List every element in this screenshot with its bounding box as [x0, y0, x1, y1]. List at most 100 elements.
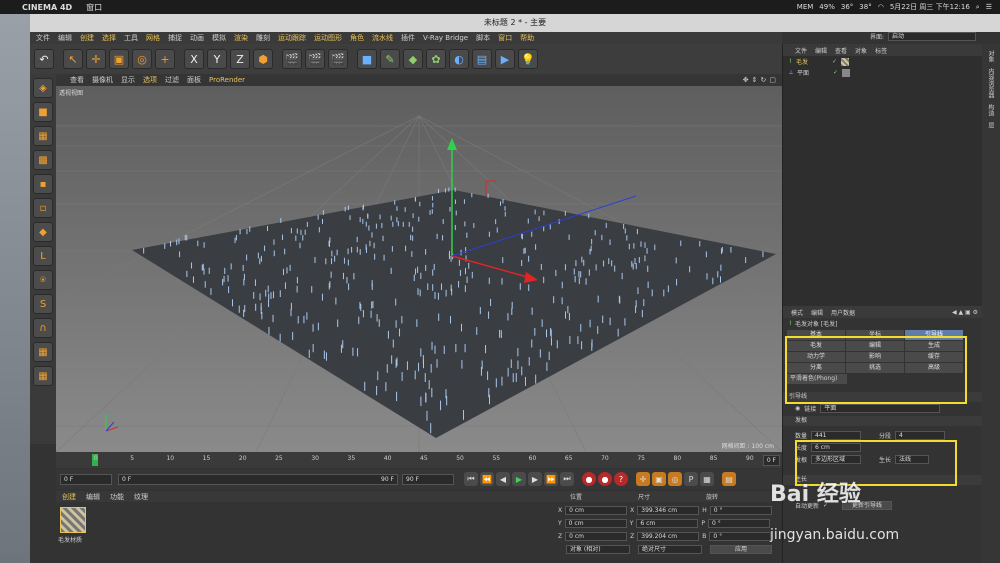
size-z-field[interactable]: 399.204 cm — [637, 532, 700, 541]
pos-x-field[interactable]: 0 cm — [565, 506, 628, 515]
key-param-icon[interactable]: P — [684, 472, 698, 486]
menu-item[interactable]: 脚本 — [476, 33, 490, 43]
menu-item[interactable]: 文件 — [36, 33, 50, 43]
side-tab-layers[interactable]: 层 — [986, 122, 995, 128]
menu-item[interactable]: 窗口 — [498, 33, 512, 43]
mat-menu-item[interactable]: 创建 — [62, 492, 76, 502]
tag-icon[interactable] — [842, 68, 851, 77]
zoom-icon[interactable]: ⇕ — [752, 76, 758, 84]
object-row-hair[interactable]: ⌇ 毛发 ✓ — [783, 56, 982, 67]
coord-mode-select[interactable]: 对象 (相对) — [566, 545, 630, 554]
wifi-icon[interactable]: ◠ — [878, 3, 884, 11]
undo-icon[interactable]: ↶ — [34, 49, 54, 69]
maximize-icon[interactable]: ▢ — [769, 76, 776, 84]
vp-menu-item[interactable]: 摄像机 — [92, 75, 113, 85]
link-field[interactable]: 平面 — [820, 403, 941, 413]
om-menu-item[interactable]: 查看 — [835, 46, 847, 55]
rot-b-field[interactable]: 0 ° — [709, 532, 772, 541]
size-mode-select[interactable]: 绝对尺寸 — [638, 545, 702, 554]
texture-mode-icon[interactable]: ▦ — [33, 126, 53, 146]
model-mode-icon[interactable]: ■ — [33, 102, 53, 122]
visibility-icon[interactable]: ✓ — [833, 69, 838, 76]
attr-menu-item[interactable]: 模式 — [791, 308, 803, 317]
menu-item[interactable]: V-Ray Bridge — [423, 34, 468, 42]
current-frame[interactable]: 0 F — [60, 473, 112, 485]
add-tool-icon[interactable]: + — [155, 49, 175, 69]
render-view-icon[interactable]: 🎬 — [282, 49, 302, 69]
menu-item[interactable]: 流水线 — [372, 33, 393, 43]
attr-nav-icons[interactable]: ◀ ▲ ▣ ⚙ — [952, 309, 982, 316]
next-frame-icon[interactable]: ▶ — [528, 472, 542, 486]
search-icon[interactable]: ⌕ — [976, 3, 980, 12]
tweak-mode-icon[interactable]: ⍟ — [33, 270, 53, 290]
size-x-field[interactable]: 399.346 cm — [637, 506, 700, 515]
menu-item[interactable]: 运动跟踪 — [278, 33, 306, 43]
menu-item[interactable]: 角色 — [350, 33, 364, 43]
subdivision-icon[interactable]: ◆ — [403, 49, 423, 69]
move-tool-icon[interactable]: ✛ — [86, 49, 106, 69]
size-y-field[interactable]: 6 cm — [636, 519, 699, 528]
apply-button[interactable]: 应用 — [710, 545, 772, 554]
menu-item[interactable]: 网格 — [146, 33, 160, 43]
deformer-icon[interactable]: ◐ — [449, 49, 469, 69]
menu-item[interactable]: 选择 — [102, 33, 116, 43]
visibility-icon[interactable]: ✓ — [832, 58, 837, 65]
z-axis-button[interactable]: Z — [230, 49, 250, 69]
clock[interactable]: 5月22日 周三 下午12:16 — [890, 2, 970, 12]
floor-icon[interactable]: ▤ — [472, 49, 492, 69]
vp-menu-item[interactable]: 面板 — [187, 75, 201, 85]
timeline-window-icon[interactable]: ▤ — [722, 472, 736, 486]
vp-menu-item[interactable]: 过滤 — [165, 75, 179, 85]
rot-h-field[interactable]: 0 ° — [709, 506, 772, 515]
select-tool-icon[interactable]: ↖ — [63, 49, 83, 69]
mat-menu-item[interactable]: 功能 — [110, 492, 124, 502]
current-frame-field[interactable]: 0 F — [762, 455, 780, 466]
x-axis-button[interactable]: X — [184, 49, 204, 69]
render-settings-icon[interactable]: 🎬 — [328, 49, 348, 69]
key-scale-icon[interactable]: ▣ — [652, 472, 666, 486]
hair-material-swatch[interactable] — [60, 507, 86, 533]
menu-item[interactable]: 编辑 — [58, 33, 72, 43]
perspective-viewport[interactable]: 透视视图 网格间距 : 100 cm — [56, 86, 782, 452]
menu-item[interactable]: 模拟 — [212, 33, 226, 43]
count-field[interactable]: 441 — [811, 430, 862, 440]
array-icon[interactable]: ✿ — [426, 49, 446, 69]
side-tab-structure[interactable]: 构造 — [986, 104, 995, 116]
record-icon[interactable]: ● — [582, 472, 596, 486]
vp-menu-item[interactable]: 查看 — [70, 75, 84, 85]
go-end-icon[interactable]: ⏭ — [560, 472, 574, 486]
cube-icon[interactable]: ■ — [357, 49, 377, 69]
menu-item[interactable]: 捕捉 — [168, 33, 182, 43]
end-frame[interactable]: 90 F — [402, 473, 454, 485]
scale-tool-icon[interactable]: ▣ — [109, 49, 129, 69]
next-key-icon[interactable]: ⏩ — [544, 472, 558, 486]
pos-y-field[interactable]: 0 cm — [564, 519, 627, 528]
key-pla-icon[interactable]: ▦ — [700, 472, 714, 486]
orbit-icon[interactable]: ↻ — [761, 76, 767, 84]
pos-z-field[interactable]: 0 cm — [565, 532, 628, 541]
key-move-icon[interactable]: ✛ — [636, 472, 650, 486]
timeline[interactable]: 0 5 10 15 20 25 30 35 40 45 50 55 60 65 70 75 80 85 90 0 F — [56, 452, 782, 468]
menu-item[interactable]: 工具 — [124, 33, 138, 43]
rot-p-field[interactable]: 0 ° — [707, 519, 770, 528]
attr-menu-item[interactable]: 用户数据 — [831, 308, 855, 317]
om-menu-item[interactable]: 标签 — [875, 46, 887, 55]
menu-window[interactable]: 窗口 — [86, 2, 102, 13]
prev-frame-icon[interactable]: ◀ — [496, 472, 510, 486]
roots-subsection[interactable]: 发根 — [783, 416, 982, 426]
app-name[interactable]: CINEMA 4D — [22, 3, 72, 12]
object-row-plane[interactable]: ⟂ 平面 ✓ — [783, 67, 982, 78]
vp-menu-item[interactable]: 选项 — [143, 75, 157, 85]
mat-menu-item[interactable]: 编辑 — [86, 492, 100, 502]
lock-icon[interactable]: ▦ — [33, 366, 53, 386]
make-editable-icon[interactable]: ◈ — [33, 78, 53, 98]
attr-menu-item[interactable]: 编辑 — [811, 308, 823, 317]
menu-list-icon[interactable]: ☰ — [986, 3, 992, 11]
layout-select[interactable]: 启动 — [888, 32, 977, 41]
axis-mode-icon[interactable]: L — [33, 246, 53, 266]
key-select-icon[interactable]: ? — [614, 472, 628, 486]
polygons-mode-icon[interactable]: ◆ — [33, 222, 53, 242]
om-menu-item[interactable]: 文件 — [795, 46, 807, 55]
camera-icon[interactable]: ▶ — [495, 49, 515, 69]
y-axis-button[interactable]: Y — [207, 49, 227, 69]
